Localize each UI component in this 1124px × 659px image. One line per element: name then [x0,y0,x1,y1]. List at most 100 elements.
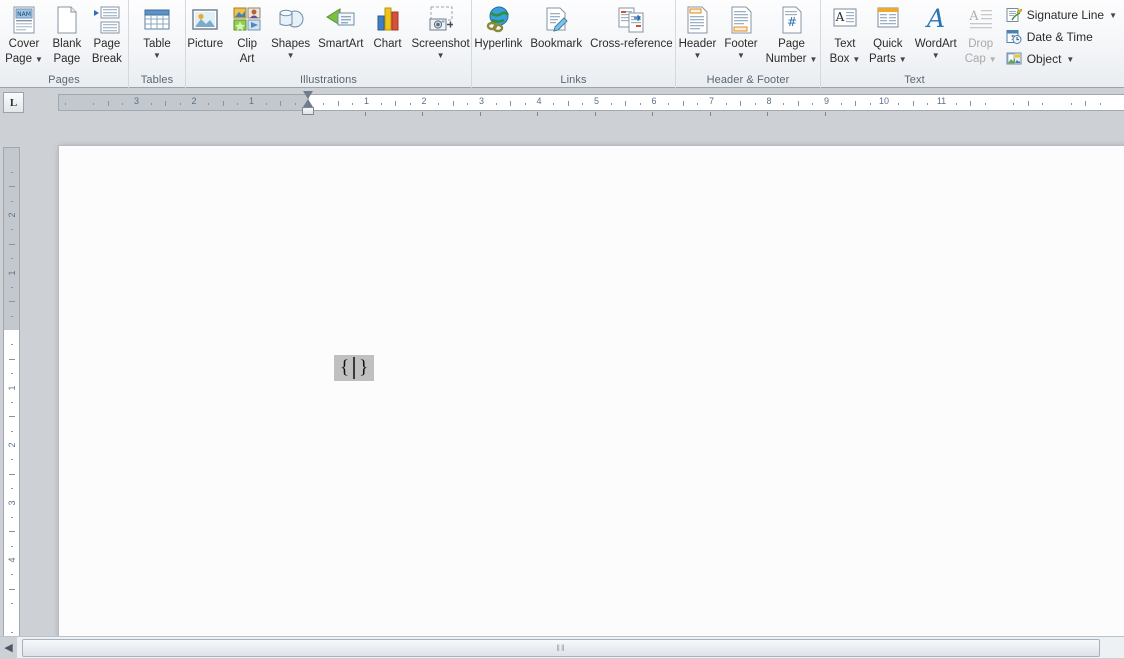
table-icon [141,4,173,36]
horizontal-scrollbar[interactable]: ◀ ‖‖ [0,636,1124,658]
chevron-down-icon[interactable]: ▼ [1109,12,1117,19]
ribbon-group-tables: Table ▼ Tables [128,0,185,88]
chevron-down-icon[interactable]: ▼ [437,52,445,59]
vruler-tick-minor [11,459,13,460]
quick-parts-button[interactable]: Quick Parts ▼ [865,2,911,65]
hyperlink-icon [482,4,514,36]
hyperlink-button[interactable]: Hyperlink [470,2,526,51]
ruler-tick-minor [611,103,612,105]
vruler-tick-minor [11,431,13,432]
ruler-tick-major [625,101,626,106]
chevron-down-icon[interactable]: ▼ [1066,56,1074,63]
chevron-down-icon[interactable]: ▼ [153,52,161,59]
ruler-tick-label: 3 [479,96,484,106]
footer-button[interactable]: Footer ▼ [720,2,761,59]
left-indent-marker[interactable] [302,107,314,115]
ruler-tick-minor [295,103,296,105]
selected-field[interactable]: { } [334,355,374,381]
chevron-down-icon[interactable]: ▼ [694,52,702,59]
scroll-left-arrow[interactable]: ◀ [0,637,17,659]
ruler-tick-minor [985,103,986,105]
tab-stop-selector[interactable]: L [3,92,24,113]
ruler-tick-minor [438,103,439,105]
smartart-button[interactable]: SmartArt [314,2,367,51]
hanging-indent-marker[interactable] [303,99,313,107]
object-label: Object [1027,52,1062,66]
text-group-small-commands: Signature Line ▼ 5 Date & Time [1003,2,1120,68]
document-page[interactable]: { } [58,145,1124,636]
text-box-label-1: Text [834,38,855,51]
cover-page-button[interactable]: NAM Cover Page ▼ [1,2,47,65]
bookmark-button[interactable]: Bookmark [526,2,586,51]
ruler-tick-label: 9 [824,96,829,106]
field-open-brace: { [336,355,353,381]
ruler-tick-label: 5 [594,96,599,106]
ruler-tick-major [913,101,914,106]
document-canvas[interactable]: { } [24,116,1124,636]
chevron-down-icon[interactable]: ▼ [737,52,745,59]
ruler-tick-major [108,101,109,106]
vruler-tick-major [9,244,15,245]
signature-line-button[interactable]: Signature Line ▼ [1003,6,1120,24]
ribbon-group-text: A Text Box ▼ [820,0,1124,88]
chevron-down-icon[interactable]: ▼ [809,56,817,63]
cover-page-label-2: Page [5,53,32,66]
ruler-tick-minor [208,103,209,105]
picture-button[interactable]: Picture [183,2,227,51]
ruler-tick-label: 2 [191,96,196,106]
quick-parts-icon [872,4,904,36]
svg-text:#: # [787,15,797,29]
ruler-tick-label: 6 [651,96,656,106]
ruler-tick-label: 1 [364,96,369,106]
first-line-indent-marker[interactable] [303,91,313,99]
ruler-tick-minor [496,103,497,105]
chevron-down-icon[interactable]: ▼ [989,56,997,63]
table-button[interactable]: Table ▼ [137,2,177,59]
ruler-tick-major [453,101,454,106]
page-break-label-1: Page [93,38,120,51]
ruler-tick-minor [841,103,842,105]
chart-button[interactable]: Chart [368,2,408,51]
ruler-tick-major [855,101,856,106]
clip-art-button[interactable]: Clip Art [227,2,267,65]
chart-icon [372,4,404,36]
page-number-button[interactable]: # Page Number ▼ [762,2,822,65]
group-title-tables: Tables [129,74,185,86]
ruler-tick-minor [1071,103,1072,105]
ruler-tick-minor [898,103,899,105]
cross-reference-button[interactable]: Cross-reference [586,2,676,51]
shapes-label: Shapes [271,38,310,51]
chevron-down-icon[interactable]: ▼ [35,56,43,63]
ruler-tick-minor [1013,103,1014,105]
shapes-button[interactable]: Shapes ▼ [267,2,314,59]
vertical-ruler[interactable]: 211234 [3,147,20,637]
ruler-tick-minor [668,103,669,105]
ribbon-group-pages: NAM Cover Page ▼ [0,0,128,88]
chevron-down-icon[interactable]: ▼ [287,52,295,59]
shapes-icon [275,4,307,36]
group-title-text: Text [821,74,1008,86]
drop-cap-button[interactable]: A Drop Cap ▼ [961,2,1001,65]
screenshot-button[interactable]: Screenshot ▼ [408,2,474,59]
chevron-down-icon[interactable]: ▼ [932,52,940,59]
text-box-button[interactable]: A Text Box ▼ [825,2,865,65]
wordart-button[interactable]: A WordArt ▼ [911,2,961,59]
ruler-tick-minor [381,103,382,105]
header-button[interactable]: Header ▼ [675,2,721,59]
date-time-button[interactable]: 5 Date & Time [1003,28,1120,46]
object-icon [1006,51,1022,67]
chevron-down-icon[interactable]: ▼ [899,56,907,63]
vruler-tick-minor [11,574,13,575]
blank-page-button[interactable]: Blank Page [47,2,87,65]
ribbon-group-header-footer: Header ▼ [675,0,820,88]
ruler-tick-minor [122,103,123,105]
ruler-tick-minor [956,103,957,105]
vruler-tick-minor [11,402,13,403]
chevron-down-icon[interactable]: ▼ [852,56,860,63]
bookmark-label: Bookmark [530,38,582,51]
horizontal-ruler[interactable]: 3211234567891011 [58,94,1124,111]
horizontal-scrollbar-thumb[interactable]: ‖‖ [22,639,1100,657]
object-button[interactable]: Object ▼ [1003,50,1120,68]
signature-line-icon [1006,7,1022,23]
page-break-button[interactable]: Page Break [87,2,127,65]
